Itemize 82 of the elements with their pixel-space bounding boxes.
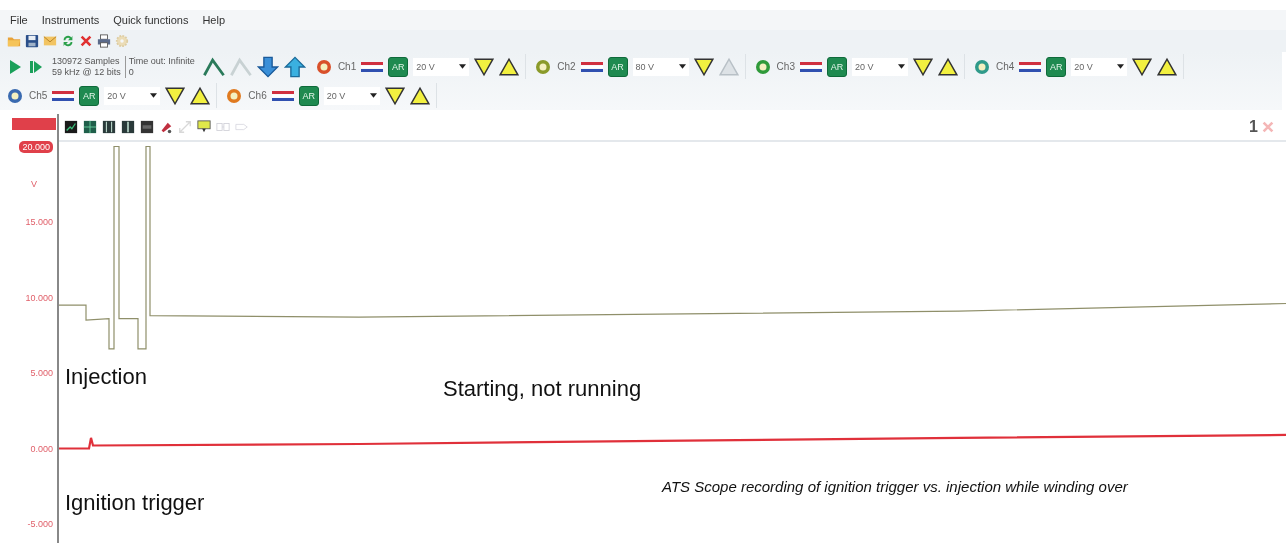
channel-name: Ch5 xyxy=(29,90,48,101)
annotation-label: Ignition trigger xyxy=(65,490,205,516)
printer-icon[interactable] xyxy=(97,34,111,48)
falling-trigger-icon[interactable] xyxy=(384,85,405,106)
stripes-icon[interactable] xyxy=(52,90,75,101)
range-dropdown[interactable]: 20 V xyxy=(104,86,161,105)
stripes-icon[interactable] xyxy=(580,61,603,72)
channel-color-icon[interactable] xyxy=(972,57,991,76)
caret-icon xyxy=(678,64,686,69)
annotation-label: Injection xyxy=(65,364,147,390)
axis-tick-label: 10.000 xyxy=(25,292,53,303)
range-dropdown[interactable]: 20 V xyxy=(413,57,470,76)
timeout-value: 0 xyxy=(128,66,135,78)
axis-tick-label: 20.000 xyxy=(19,140,53,153)
caption: ATS Scope recording of ignition trigger vs. injection while winding over xyxy=(662,478,1128,495)
panel-icon[interactable] xyxy=(140,120,154,134)
channel-name: Ch6 xyxy=(248,90,267,101)
range-dropdown[interactable]: 80 V xyxy=(632,57,689,76)
range-dropdown[interactable]: 20 V xyxy=(851,57,908,76)
timeout-label: Time out: Infinite xyxy=(128,55,195,67)
channel-color-icon[interactable] xyxy=(753,57,772,76)
menu-item[interactable]: Help xyxy=(202,14,226,26)
caret-icon xyxy=(1117,64,1125,69)
caret-icon xyxy=(459,64,467,69)
channel-color-icon[interactable] xyxy=(225,86,244,105)
axis-unit-label: V xyxy=(31,179,37,190)
channel-marker xyxy=(12,118,56,130)
menu-item[interactable]: File xyxy=(10,14,28,26)
falling-trigger-icon[interactable] xyxy=(912,56,933,77)
caret-icon xyxy=(369,93,377,98)
cursors-icon[interactable] xyxy=(102,120,116,134)
sample-count: 130972 Samples xyxy=(52,55,121,67)
coupling-button[interactable]: AR xyxy=(388,56,409,77)
save-icon[interactable] xyxy=(25,34,39,48)
rising-trigger-icon[interactable] xyxy=(1157,56,1178,77)
caret-icon xyxy=(897,64,905,69)
stripes-icon[interactable] xyxy=(1019,61,1042,72)
sample-rate: 59 kHz @ 12 bits xyxy=(52,66,121,78)
falling-trigger-icon[interactable] xyxy=(1132,56,1153,77)
autoscale-icon[interactable] xyxy=(64,120,78,134)
coupling-button[interactable]: AR xyxy=(607,56,628,77)
annotation-label: Starting, not running xyxy=(443,376,642,402)
channel-name: Ch3 xyxy=(776,61,795,72)
rising-trigger-icon[interactable] xyxy=(937,56,958,77)
stripes-icon[interactable] xyxy=(271,90,294,101)
channel-color-icon[interactable] xyxy=(534,57,553,76)
rising-trigger-icon[interactable] xyxy=(190,85,211,106)
coupling-button[interactable]: AR xyxy=(79,85,100,106)
close-icon[interactable] xyxy=(79,34,93,48)
channel-name: Ch2 xyxy=(557,61,576,72)
rising-edge-icon[interactable] xyxy=(202,55,225,78)
channel-color-icon[interactable] xyxy=(6,86,24,105)
coupling-button[interactable]: AR xyxy=(826,56,847,77)
monitor-icon[interactable] xyxy=(197,120,211,134)
channel-name: Ch1 xyxy=(337,61,357,72)
falling-trigger-icon[interactable] xyxy=(165,85,186,106)
window-number: 1 xyxy=(1249,118,1258,136)
stripes-icon[interactable] xyxy=(799,61,822,72)
axis-tick-label: 5.000 xyxy=(30,368,53,378)
marker-icon[interactable] xyxy=(159,120,173,134)
stripes-icon[interactable] xyxy=(361,61,384,72)
rising-trigger-icon[interactable] xyxy=(499,56,520,77)
falling-trigger-icon[interactable] xyxy=(474,56,495,77)
channel-name: Ch4 xyxy=(995,61,1015,72)
grid-icon[interactable] xyxy=(83,120,97,134)
falling-trigger-icon[interactable] xyxy=(693,56,714,77)
range-dropdown[interactable]: 20 V xyxy=(323,86,380,105)
caret-icon xyxy=(150,93,158,98)
down-arrow-icon[interactable] xyxy=(256,55,279,78)
coupling-button[interactable]: AR xyxy=(1046,56,1067,77)
axis-tick-label: -5.000 xyxy=(27,519,53,529)
menu-item[interactable]: Instruments xyxy=(41,14,100,26)
up-arrow-icon[interactable] xyxy=(283,55,306,78)
coupling-button[interactable]: AR xyxy=(298,85,319,106)
axis-tick-label: 0.000 xyxy=(30,443,53,454)
cursor-icon[interactable] xyxy=(121,120,135,134)
refresh-icon[interactable] xyxy=(61,34,75,48)
menu-item[interactable]: Quick functions xyxy=(113,14,189,26)
rising-trigger-icon[interactable] xyxy=(409,85,430,106)
range-dropdown[interactable]: 20 V xyxy=(1071,57,1128,76)
channel-color-icon[interactable] xyxy=(314,57,333,76)
axis-tick-label: 15.000 xyxy=(25,217,53,227)
